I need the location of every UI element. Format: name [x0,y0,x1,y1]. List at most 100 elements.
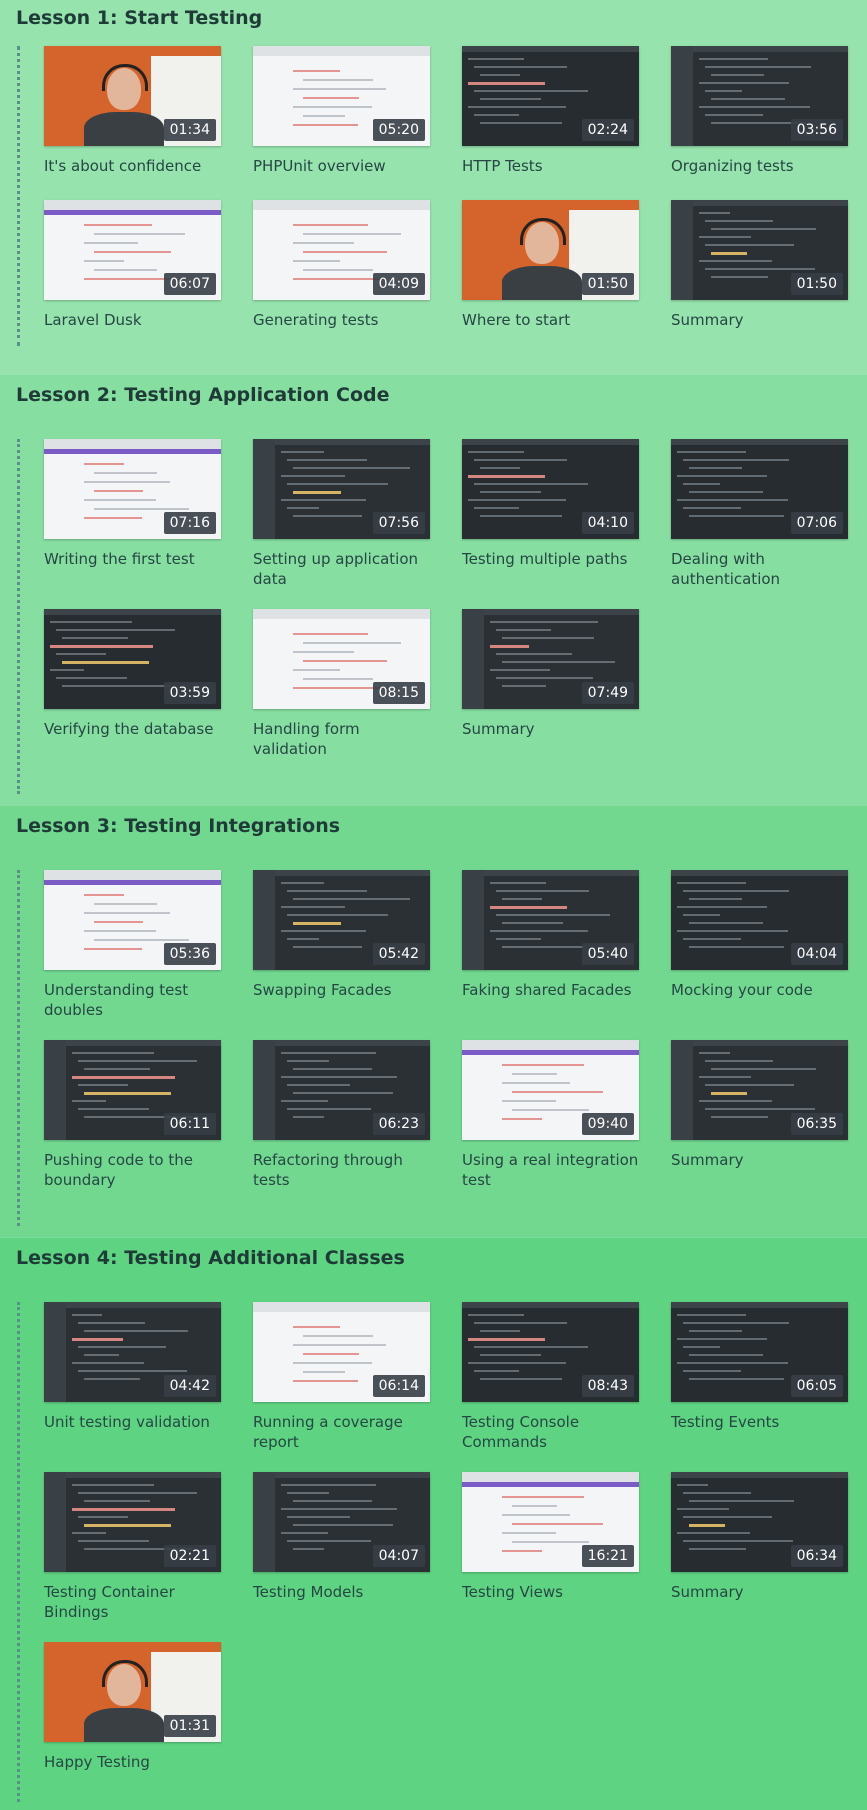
video-thumbnail[interactable]: 16:21 [462,1472,639,1572]
video-card[interactable]: 06:34 Summary [671,1472,848,1622]
video-title[interactable]: PHPUnit overview [253,156,430,196]
video-title[interactable]: Testing Container Bindings [44,1582,221,1622]
video-thumbnail[interactable]: 06:05 [671,1302,848,1402]
video-title[interactable]: Handling form validation [253,719,430,759]
video-card[interactable]: 05:20 PHPUnit overview [253,46,430,196]
video-thumbnail[interactable]: 06:11 [44,1040,221,1140]
video-card[interactable]: 07:16 Writing the first test [44,439,221,589]
video-thumbnail[interactable]: 02:24 [462,46,639,146]
video-card[interactable]: 16:21 Testing Views [462,1472,639,1622]
video-thumbnail[interactable]: 06:07 [44,200,221,300]
video-thumbnail[interactable]: 09:40 [462,1040,639,1140]
video-card[interactable]: 08:15 Handling form validation [253,609,430,759]
video-card[interactable]: 01:34 It's about confidence [44,46,221,196]
video-thumbnail[interactable]: 06:35 [671,1040,848,1140]
video-thumbnail[interactable]: 01:50 [671,200,848,300]
video-title[interactable]: Understanding test doubles [44,980,221,1020]
video-duration: 03:56 [790,119,843,141]
video-title[interactable]: Dealing with authentication [671,549,848,589]
video-title[interactable]: Verifying the database [44,719,221,759]
video-card[interactable]: 09:40 Using a real integration test [462,1040,639,1190]
video-card[interactable]: 06:07 Laravel Dusk [44,200,221,350]
video-thumbnail[interactable]: 05:40 [462,870,639,970]
video-title[interactable]: Testing Events [671,1412,848,1452]
video-title[interactable]: Setting up application data [253,549,430,589]
video-thumbnail[interactable]: 01:31 [44,1642,221,1742]
video-title[interactable]: Organizing tests [671,156,848,196]
video-title[interactable]: Pushing code to the boundary [44,1150,221,1190]
video-thumbnail[interactable]: 02:21 [44,1472,221,1572]
video-thumbnail[interactable]: 04:07 [253,1472,430,1572]
video-card[interactable]: 06:23 Refactoring through tests [253,1040,430,1190]
video-thumbnail[interactable]: 07:16 [44,439,221,539]
video-title[interactable]: Summary [671,310,848,350]
video-thumbnail[interactable]: 04:04 [671,870,848,970]
video-thumbnail[interactable]: 05:36 [44,870,221,970]
video-card[interactable]: 02:21 Testing Container Bindings [44,1472,221,1622]
video-title[interactable]: Summary [462,719,639,759]
video-title[interactable]: It's about confidence [44,156,221,196]
video-card[interactable]: 06:11 Pushing code to the boundary [44,1040,221,1190]
video-title[interactable]: Summary [671,1582,848,1622]
video-thumbnail[interactable]: 03:56 [671,46,848,146]
video-card[interactable]: 06:14 Running a coverage report [253,1302,430,1452]
video-card[interactable]: 05:42 Swapping Facades [253,870,430,1020]
video-card[interactable]: 02:24 HTTP Tests [462,46,639,196]
video-card[interactable]: 03:56 Organizing tests [671,46,848,196]
video-title[interactable]: Testing Models [253,1582,430,1622]
video-card[interactable]: 04:04 Mocking your code [671,870,848,1020]
video-thumbnail[interactable]: 01:50 [462,200,639,300]
video-title[interactable]: Faking shared Facades [462,980,639,1020]
video-title[interactable]: Writing the first test [44,549,221,589]
video-thumbnail[interactable]: 04:10 [462,439,639,539]
video-card[interactable]: 04:42 Unit testing validation [44,1302,221,1452]
video-card[interactable]: 06:35 Summary [671,1040,848,1190]
video-title[interactable]: Testing multiple paths [462,549,639,589]
video-thumbnail[interactable]: 08:43 [462,1302,639,1402]
video-card[interactable]: 04:10 Testing multiple paths [462,439,639,589]
video-card[interactable]: 07:06 Dealing with authentication [671,439,848,589]
video-card[interactable]: 01:31 Happy Testing [44,1642,221,1792]
video-title[interactable]: Generating tests [253,310,430,350]
video-thumbnail[interactable]: 03:59 [44,609,221,709]
video-title[interactable]: Running a coverage report [253,1412,430,1452]
video-title[interactable]: Summary [671,1150,848,1190]
video-title[interactable]: Testing Console Commands [462,1412,639,1452]
video-thumbnail[interactable]: 07:49 [462,609,639,709]
video-thumbnail[interactable]: 07:06 [671,439,848,539]
video-card[interactable]: 05:40 Faking shared Facades [462,870,639,1020]
video-title[interactable]: Where to start [462,310,639,350]
video-card[interactable]: 05:36 Understanding test doubles [44,870,221,1020]
video-card[interactable]: 01:50 Summary [671,200,848,350]
video-title[interactable]: Mocking your code [671,980,848,1020]
video-card[interactable]: 08:43 Testing Console Commands [462,1302,639,1452]
video-duration: 07:49 [581,682,634,704]
video-thumbnail[interactable]: 05:20 [253,46,430,146]
video-title[interactable]: Unit testing validation [44,1412,221,1452]
video-card[interactable]: 03:59 Verifying the database [44,609,221,759]
video-thumbnail[interactable]: 04:09 [253,200,430,300]
video-thumbnail[interactable]: 04:42 [44,1302,221,1402]
video-title[interactable]: Using a real integration test [462,1150,639,1190]
video-thumbnail[interactable]: 05:42 [253,870,430,970]
video-thumbnail[interactable]: 06:23 [253,1040,430,1140]
video-card[interactable]: 04:07 Testing Models [253,1472,430,1622]
video-card[interactable]: 01:50 Where to start [462,200,639,350]
video-thumbnail[interactable]: 07:56 [253,439,430,539]
video-title[interactable]: Laravel Dusk [44,310,221,350]
video-card[interactable]: 07:49 Summary [462,609,639,759]
video-card[interactable]: 06:05 Testing Events [671,1302,848,1452]
video-thumbnail[interactable]: 06:34 [671,1472,848,1572]
video-card[interactable]: 07:56 Setting up application data [253,439,430,589]
video-thumbnail[interactable]: 08:15 [253,609,430,709]
video-title[interactable]: Testing Views [462,1582,639,1622]
video-thumbnail[interactable]: 06:14 [253,1302,430,1402]
video-title[interactable]: Happy Testing [44,1752,221,1792]
video-card[interactable]: 04:09 Generating tests [253,200,430,350]
lesson-3: Lesson 3: Testing Integrations 05:36 Unde… [0,805,867,1237]
video-title[interactable]: HTTP Tests [462,156,639,196]
video-title[interactable]: Swapping Facades [253,980,430,1020]
video-thumbnail[interactable]: 01:34 [44,46,221,146]
video-duration: 02:24 [581,119,634,141]
video-title[interactable]: Refactoring through tests [253,1150,430,1190]
